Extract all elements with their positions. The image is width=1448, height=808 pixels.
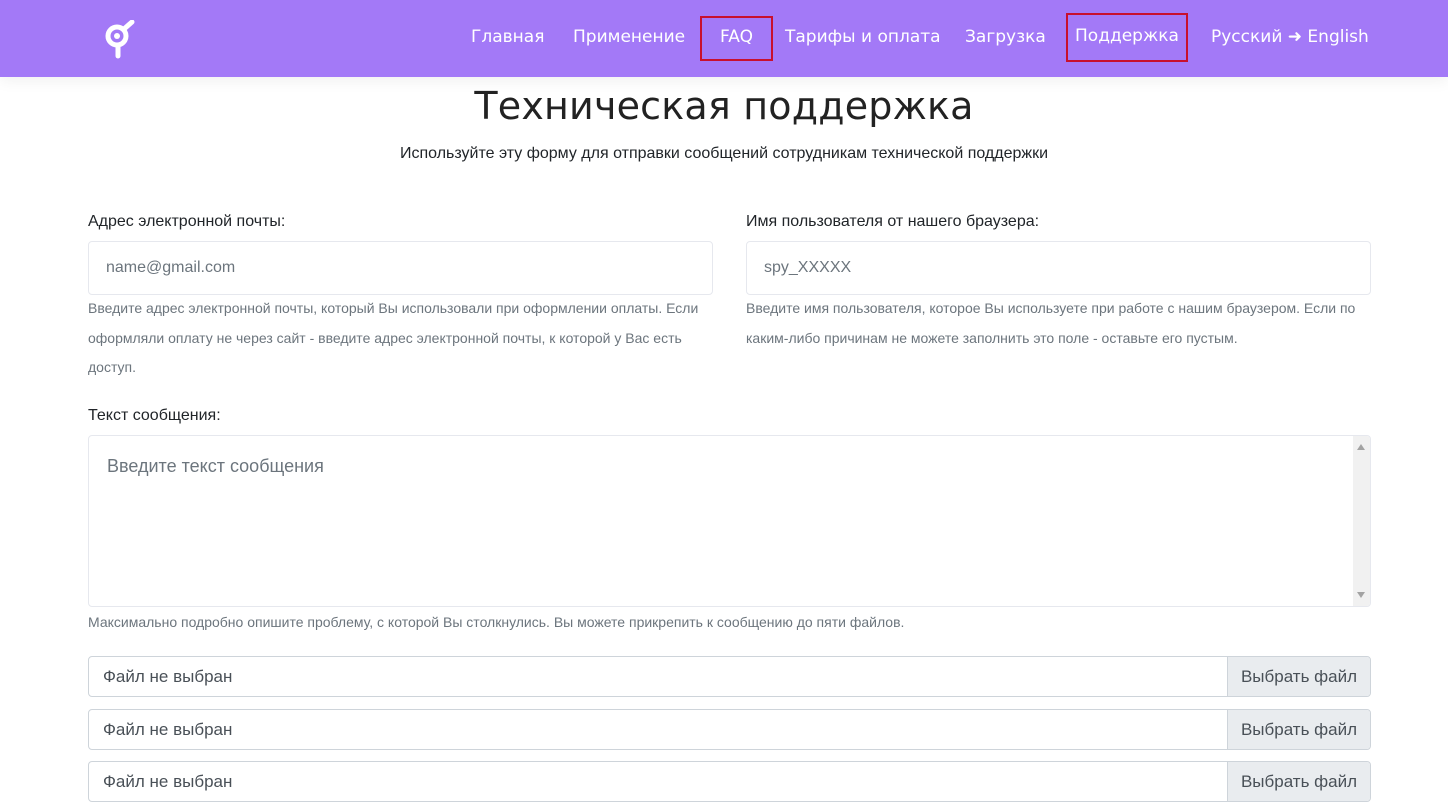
nav-link-home[interactable]: Главная bbox=[471, 22, 544, 52]
choose-file-button[interactable]: Выбрать файл bbox=[1227, 657, 1370, 696]
file-status-text: Файл не выбран bbox=[103, 720, 233, 739]
email-field[interactable] bbox=[88, 241, 713, 295]
file-status-text: Файл не выбран bbox=[103, 667, 233, 686]
nav-link-tariffs[interactable]: Тарифы и оплата bbox=[785, 22, 941, 52]
textarea-scrollbar[interactable] bbox=[1353, 436, 1370, 606]
scroll-up-arrow-icon[interactable] bbox=[1357, 444, 1365, 450]
language-switch-link[interactable]: Русский ➜ English bbox=[1211, 22, 1369, 52]
nav-link-support[interactable]: Поддержка bbox=[1066, 13, 1188, 62]
top-navbar: Главная Применение FAQ Тарифы и оплата З… bbox=[0, 0, 1448, 77]
choose-file-button[interactable]: Выбрать файл bbox=[1227, 710, 1370, 749]
nav-link-download[interactable]: Загрузка bbox=[965, 22, 1046, 52]
nav-link-usage[interactable]: Применение bbox=[573, 22, 685, 52]
main-nav: Главная Применение FAQ Тарифы и оплата З… bbox=[0, 0, 1448, 77]
message-label: Текст сообщения: bbox=[88, 407, 221, 424]
choose-file-button[interactable]: Выбрать файл bbox=[1227, 762, 1370, 801]
page-title: Техническая поддержка bbox=[474, 84, 974, 128]
email-help-text: Введите адрес электронной почты, который… bbox=[88, 300, 699, 375]
message-textarea-container bbox=[88, 435, 1371, 607]
nav-link-faq[interactable]: FAQ bbox=[700, 16, 773, 61]
email-label: Адрес электронной почты: bbox=[88, 213, 286, 230]
file-status-text: Файл не выбран bbox=[103, 772, 233, 791]
file-input-1[interactable]: Файл не выбран Выбрать файл bbox=[88, 656, 1371, 697]
file-input-3[interactable]: Файл не выбран Выбрать файл bbox=[88, 761, 1371, 802]
scroll-down-arrow-icon[interactable] bbox=[1357, 592, 1365, 598]
page-subtitle: Используйте эту форму для отправки сообщ… bbox=[399, 145, 1049, 162]
username-label: Имя пользователя от нашего браузера: bbox=[746, 213, 1040, 230]
message-help-text: Максимально подробно опишите проблему, с… bbox=[88, 614, 905, 630]
username-field[interactable] bbox=[746, 241, 1371, 295]
message-textarea[interactable] bbox=[89, 436, 1353, 606]
file-input-2[interactable]: Файл не выбран Выбрать файл bbox=[88, 709, 1371, 750]
username-help-text: Введите имя пользователя, которое Вы исп… bbox=[746, 300, 1356, 346]
